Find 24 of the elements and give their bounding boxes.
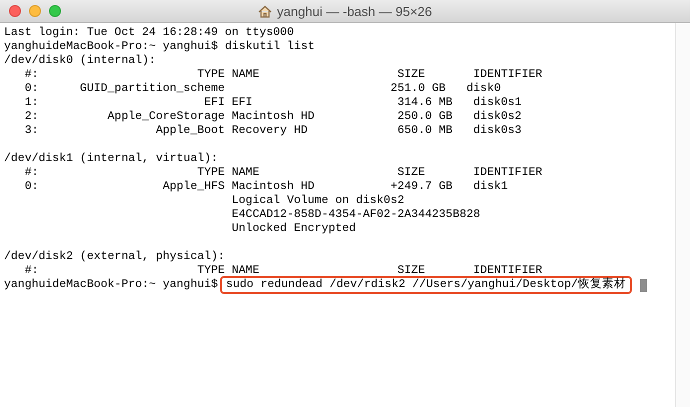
output-line: Logical Volume on disk0s2 bbox=[230, 194, 406, 208]
output-line: 0: Apple_HFS Macintosh HD +249.7 GB disk1 bbox=[24, 180, 509, 194]
shell-prompt: yanghuideMacBook-Pro:~ yanghui$ bbox=[4, 40, 218, 54]
output-line: /dev/disk2 (external, physical): bbox=[4, 250, 226, 264]
maximize-button[interactable] bbox=[49, 5, 61, 17]
output-line: #: TYPE NAME SIZE IDENTIFIER bbox=[24, 166, 544, 180]
house-icon bbox=[258, 4, 272, 18]
output-line: E4CCAD12-858D-4354-AF02-2A344235B828 bbox=[230, 208, 482, 222]
output-line: Unlocked Encrypted bbox=[230, 222, 357, 236]
command-text: diskutil list bbox=[224, 40, 315, 54]
output-line: 2: Apple_CoreStorage Macintosh HD 250.0 GB disk0s2 bbox=[24, 110, 523, 124]
output-line: 0: GUID_partition_scheme 251.0 GB disk0 bbox=[24, 82, 502, 96]
highlighted-command: sudo redundead /dev/rdisk2 //Users/yanghui/Desktop/恢复素材 bbox=[220, 276, 632, 294]
output-line: /dev/disk0 (internal): bbox=[4, 54, 157, 68]
window-title: yanghui — -bash — 95×26 bbox=[276, 4, 432, 18]
minimize-button[interactable] bbox=[29, 5, 41, 17]
shell-prompt: yanghuideMacBook-Pro:~ yanghui$ bbox=[4, 278, 218, 292]
output-line: /dev/disk1 (internal, virtual): bbox=[4, 152, 219, 166]
output-line: 3: Apple_Boot Recovery HD 650.0 MB disk0s3 bbox=[24, 124, 523, 138]
close-button[interactable] bbox=[9, 5, 21, 17]
output-line: 1: EFI EFI 314.6 MB disk0s1 bbox=[24, 96, 523, 110]
output-line: #: TYPE NAME SIZE IDENTIFIER bbox=[24, 264, 544, 278]
output-line: #: TYPE NAME SIZE IDENTIFIER bbox=[24, 68, 544, 82]
output-line: Last login: Tue Oct 24 16:28:49 on ttys000 bbox=[4, 26, 295, 40]
